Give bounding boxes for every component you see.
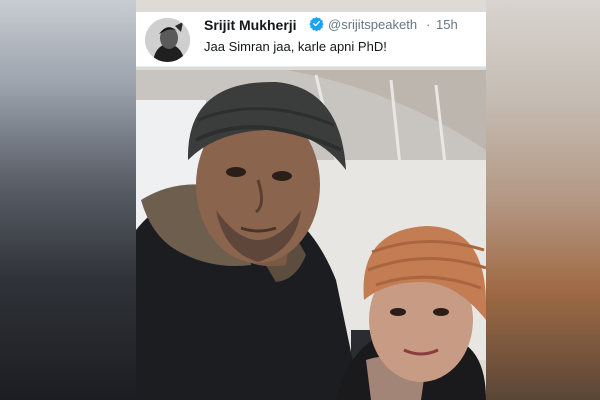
separator-dot: · [426,17,431,32]
tweet-text: Jaa Simran jaa, karle apni PhD! [204,39,387,54]
verified-badge-icon [309,16,324,31]
display-name[interactable]: Srijit Mukherji [204,17,297,33]
user-handle[interactable]: @srijitspeaketh [328,17,417,32]
blurred-background-left [0,0,136,400]
tweet-card[interactable]: Srijit Mukherji @srijitspeaketh · 15h Ja… [136,12,486,67]
blurred-background-right [486,0,600,400]
tweet-timestamp[interactable]: 15h [436,17,458,32]
profile-avatar[interactable] [145,18,190,62]
